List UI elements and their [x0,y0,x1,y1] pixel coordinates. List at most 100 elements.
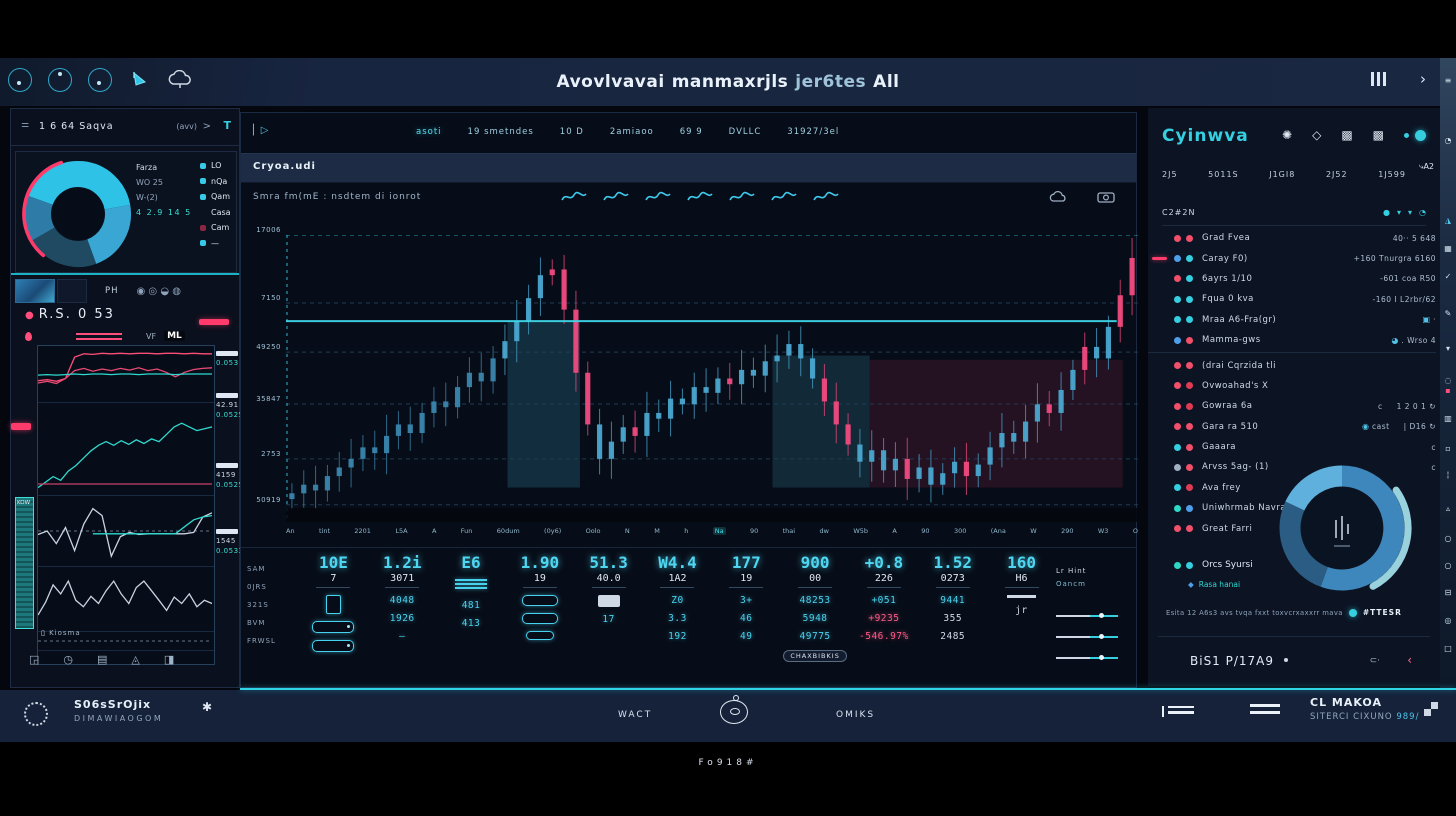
toolbar-item[interactable]: 19 smetndes [468,127,534,137]
stat-column[interactable]: +0.8226+051+9235-546.97% [850,551,919,683]
watchlist-row[interactable]: Caray F0)+160 Tnurgra 6160 [1148,248,1436,268]
legend-item[interactable]: Casa [200,205,231,221]
watchlist-row[interactable]: 6ayrs 1/10-601 coa R50 [1148,269,1436,289]
box-icon[interactable] [326,595,341,614]
printer-icon[interactable]: ▤ [97,653,107,666]
watchlist-tab[interactable]: 1J599 [1378,170,1406,179]
clock-icon[interactable]: ◷ [63,653,73,666]
range-selector[interactable]: KOW [15,497,34,629]
watchlist-tab[interactable]: 2J52 [1326,170,1348,179]
card-icon[interactable] [598,595,620,607]
watchlist-tab[interactable]: J1GI8 [1269,170,1295,179]
ring2-icon[interactable]: ○ [1440,561,1456,570]
toolbar-item[interactable]: asoti [416,127,442,137]
tab-extra[interactable]: ⤷A2 [1419,162,1434,172]
text-icon[interactable]: ▫ [1440,444,1456,453]
toolbar-item[interactable]: 10 D [560,127,584,137]
sq-icon[interactable]: □ [1440,644,1456,653]
quarter-icon[interactable]: ◔ [1440,136,1456,145]
toolbar-item[interactable]: 69 9 [680,127,703,137]
gem-icon[interactable]: ◇ [1312,128,1321,142]
list-icon[interactable] [1250,704,1280,718]
pill-sm-icon[interactable] [526,631,554,640]
watch-group-2[interactable]: Orcs Syursi [1174,560,1253,570]
allocation-donut-chart[interactable] [18,152,138,272]
candlestick-chart[interactable] [286,235,1138,522]
one-icon[interactable]: ¦ [1440,470,1456,479]
box-icon[interactable] [729,189,755,208]
send-icon[interactable]: ◮ [1440,216,1456,225]
panel-icon[interactable]: ▩ [1341,128,1352,142]
back-icon[interactable]: ‹ [1407,653,1412,667]
legend-item[interactable]: Cam [200,220,231,236]
menu-icon[interactable]: ≡ [1440,76,1456,85]
slider-icon[interactable] [312,640,354,652]
stat-pill[interactable]: CHAXBIBKIS [783,650,846,662]
group-subitem[interactable]: ◆Rasa hanai [1188,580,1240,589]
legend-item[interactable]: LO [200,158,231,174]
tab-thumbnail[interactable] [57,279,87,303]
chart-icon[interactable]: ▵ [1440,504,1456,513]
range-marker[interactable] [11,423,31,430]
candles-icon[interactable] [645,189,671,208]
grid-icon[interactable]: ▦ [1440,244,1456,253]
symbol-name[interactable]: Cryoa.udi [253,161,316,172]
watchlist-row[interactable]: Gara ra 510◉cast| D16 ↻ [1148,417,1436,437]
wave-icon[interactable] [603,189,629,208]
line-icon[interactable] [771,189,797,208]
bars-icon[interactable] [561,189,587,208]
drag-handle-icon[interactable]: ⚌ [21,120,30,130]
legend-item[interactable]: Qam [200,189,231,205]
stat-column[interactable]: 1.9019 [505,551,574,683]
stat-column[interactable]: 10E7 [299,551,368,683]
camera-icon[interactable] [1096,189,1116,208]
stat-column[interactable]: W4.41A2Z03.3192 [643,551,712,683]
stat-column[interactable]: E6481413 [437,551,506,683]
expand-chevron-icon[interactable]: > [203,121,211,132]
stat-column[interactable]: 1.52027394413552485 [918,551,987,683]
apps-grid-icon[interactable] [1424,702,1438,716]
toolbar-lead-icon[interactable]: ▏▷ [253,125,268,136]
watchlist-tab[interactable]: 2J5 [1162,170,1178,179]
watchlist-row[interactable]: Mamma-gws◕. Wrso 4 [1148,330,1436,350]
sync-icon[interactable]: ◬ [131,653,139,666]
scan-icon[interactable]: ◎ [1440,616,1456,625]
stat-column[interactable]: 160H6jr [987,551,1056,683]
bottom-left-brand[interactable]: S06sSrOjix DIMAWIAOGOM [74,698,163,723]
eject-icon[interactable]: ⊂· [1370,656,1380,666]
tool-t-button[interactable]: T [223,119,231,132]
exposure-gauge-chart[interactable] [1264,450,1434,600]
legend-item[interactable]: — [200,236,231,252]
stat-column[interactable]: 1.2i307140481926— [368,551,437,683]
tab-thumbnail-active[interactable] [15,279,55,303]
gear-icon[interactable]: ✺ [1282,128,1292,142]
live-toggle[interactable] [1404,130,1426,141]
bottom-right-brand[interactable]: CL MAKOA SITERCI CIXUNO 989/ [1310,696,1419,722]
tab-ph[interactable]: PH [105,286,119,296]
slider-icon[interactable] [312,621,354,633]
stat-column[interactable]: 51.340.017 [574,551,643,683]
box-icon[interactable]: ⊟ [1440,588,1456,597]
stat-column[interactable]: 177193+4649 [712,551,781,683]
vehicle-icon[interactable]: ◨ [164,653,174,666]
dock-left-icon[interactable] [1168,706,1194,718]
legend-item[interactable]: nQa [200,174,231,190]
ruler-icon[interactable] [1007,595,1036,598]
c-icon[interactable]: ◌ [1440,376,1456,385]
pill-icon[interactable] [522,595,558,606]
pill-icon[interactable] [522,613,558,624]
stat-column[interactable]: 9000048253594849775CHAXBIBKIS [781,551,850,683]
settings-gear-icon[interactable] [24,702,48,726]
bottom-label-omiks[interactable]: OMIKS [836,710,875,720]
alert-icon[interactable]: ▪ [1440,386,1456,395]
watchlist-row[interactable]: Ovwoahad's X [1148,376,1436,396]
watchlist-row[interactable]: Grad Fvea40·· 5 648 [1148,228,1436,248]
grid2-icon[interactable]: ▥ [1440,414,1456,423]
panel2-icon[interactable]: ▩ [1373,128,1384,142]
pencil-icon[interactable]: ✎ [1440,309,1456,318]
watchlist-row[interactable]: Mraa A6-Fra(gr)▣· [1148,310,1436,330]
mini-slider[interactable] [1056,615,1118,617]
assistant-icon[interactable] [720,700,748,724]
caret-icon[interactable]: ▾ [1440,344,1456,353]
watchlist-row[interactable]: Gowraa 6ac1 2 0 1 ↻ [1148,396,1436,416]
